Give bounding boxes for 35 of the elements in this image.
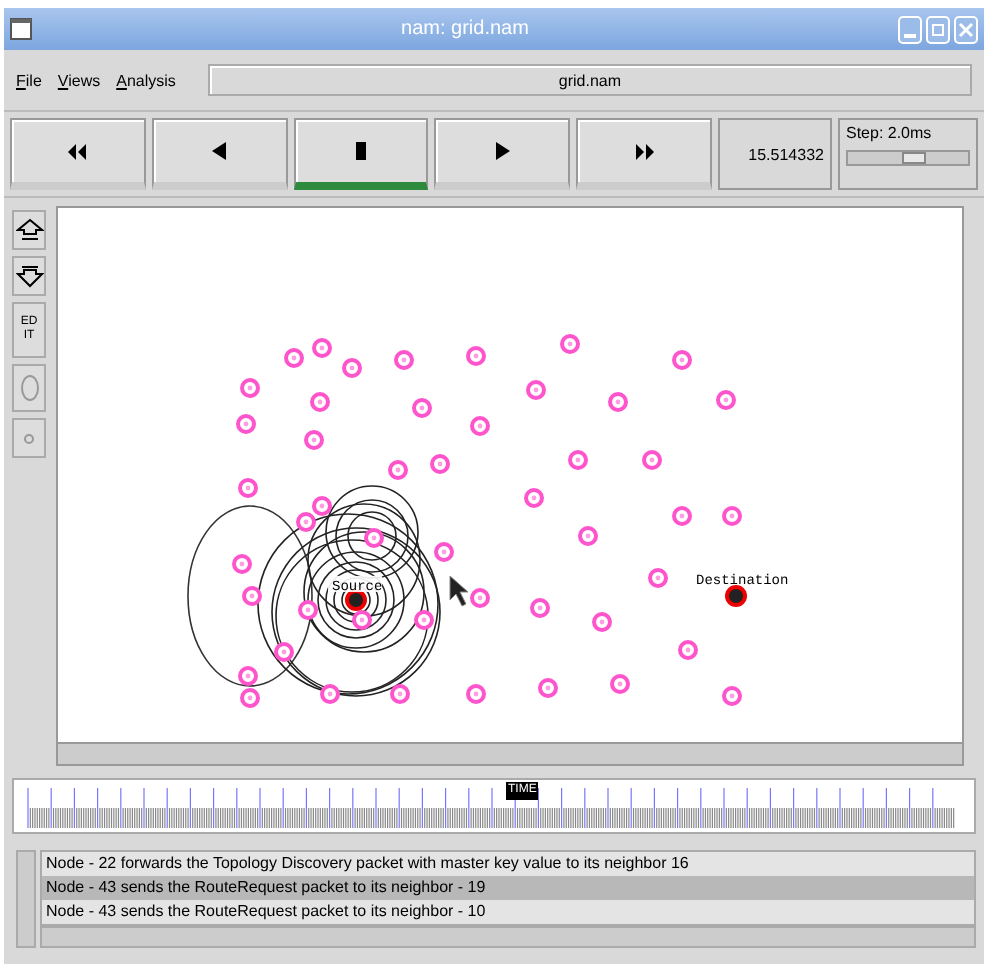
rewind-icon — [68, 143, 87, 159]
playback-button[interactable] — [293, 118, 429, 190]
tool-button[interactable] — [12, 210, 46, 250]
window-icon — [10, 18, 32, 40]
file-name-field: grid.nam — [207, 64, 972, 96]
vertical-scrollbar[interactable] — [16, 850, 36, 948]
menu-item[interactable]: Analysis — [116, 71, 176, 89]
menu-item[interactable]: Views — [57, 71, 101, 89]
back-icon — [212, 142, 227, 160]
down-arrow-icon — [15, 264, 43, 288]
step-label: Step: 2.0ms — [845, 124, 934, 142]
log-line[interactable]: Node - 43 sends the RouteRequest packet to its neighbor - 10 — [42, 900, 974, 924]
slider-thumb[interactable] — [901, 152, 926, 164]
maximize-icon[interactable] — [926, 15, 950, 43]
menu-item[interactable]: File — [16, 71, 42, 89]
cursor-icon — [449, 575, 469, 607]
log-line[interactable]: Node - 22 forwards the Topology Discovery packet with master key value to its neighbor 16 — [42, 852, 974, 876]
playback-button[interactable] — [434, 118, 571, 190]
tool-button[interactable] — [12, 256, 46, 296]
ellipse-icon — [19, 374, 39, 402]
play-icon — [495, 142, 510, 160]
playback-button[interactable] — [10, 118, 146, 190]
time-display: 15.514332 — [717, 118, 832, 190]
up-arrow-icon — [15, 218, 43, 242]
horizontal-scrollbar[interactable] — [58, 742, 962, 764]
playback-button[interactable] — [576, 118, 712, 190]
minimize-icon[interactable] — [898, 15, 922, 43]
stop-icon — [355, 142, 366, 160]
close-icon[interactable] — [954, 15, 978, 43]
horizontal-scrollbar[interactable] — [40, 926, 976, 948]
playback-button[interactable] — [151, 118, 288, 190]
fast-forward-icon — [635, 143, 654, 159]
window-title: nam: grid.nam — [399, 18, 531, 40]
circle-icon — [24, 433, 34, 443]
step-slider[interactable] — [845, 150, 970, 166]
